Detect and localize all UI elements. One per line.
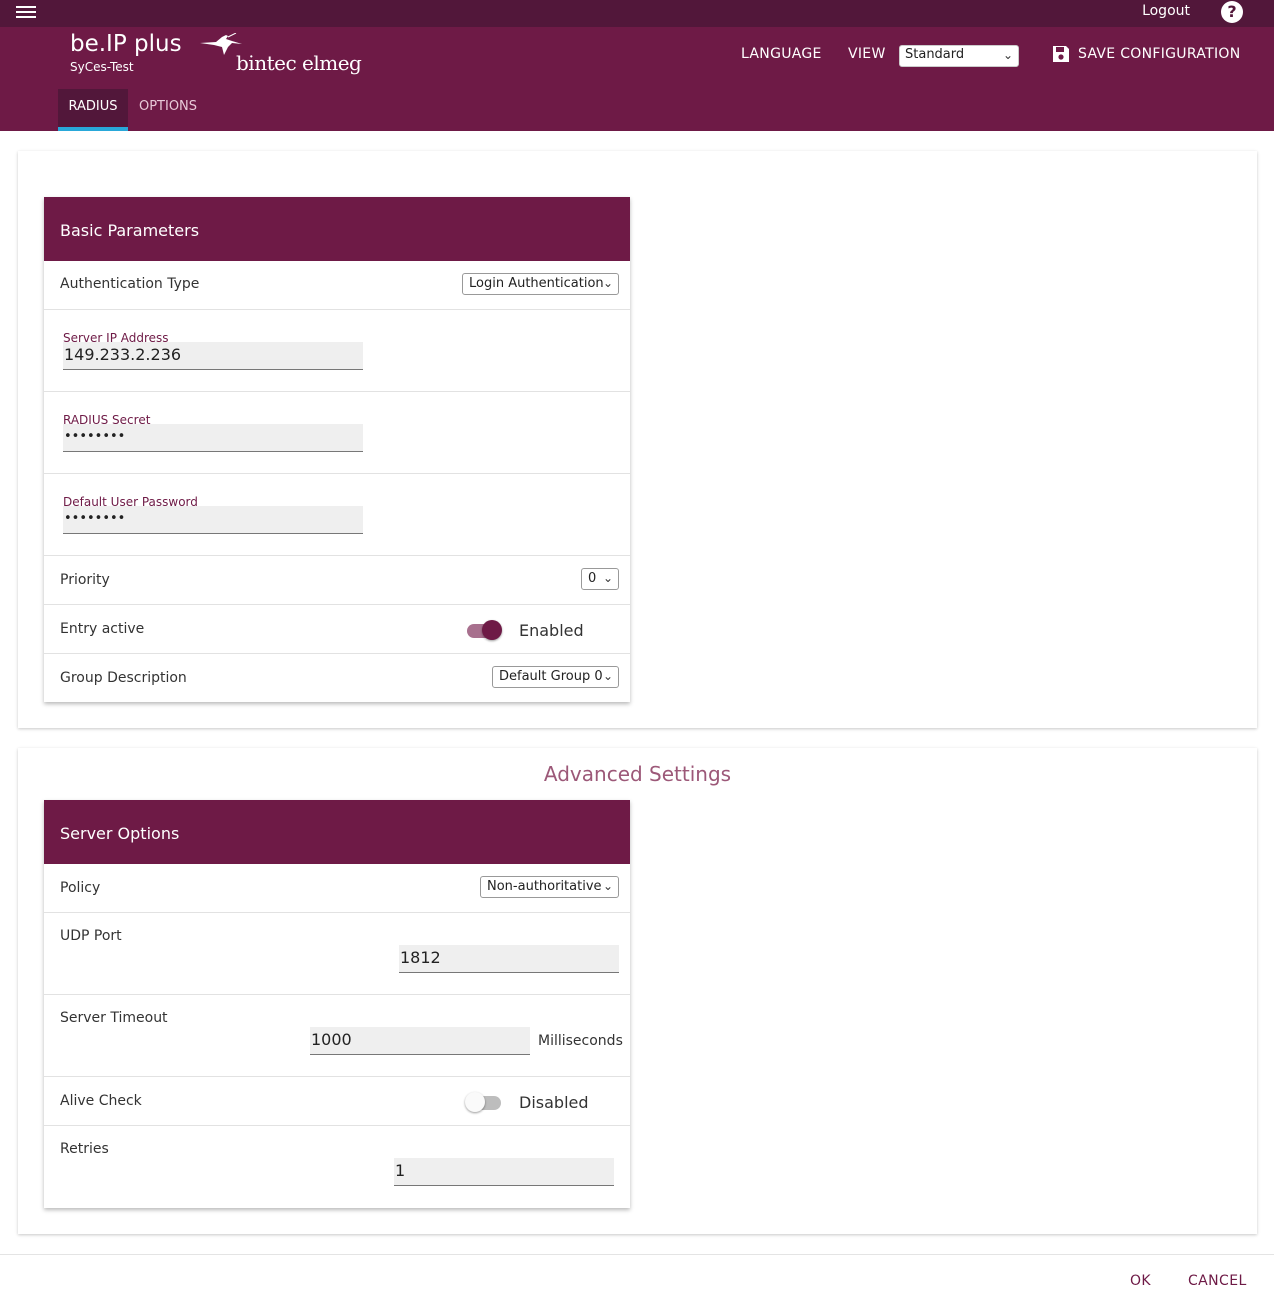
advanced-settings-heading[interactable]: Advanced Settings (18, 762, 1257, 786)
retries-row: Retries 1 (44, 1126, 630, 1208)
auth-type-row: Authentication Type Login Authentication… (44, 261, 630, 310)
server-ip-row: Server IP Address 149.233.2.236 (44, 310, 630, 392)
priority-select[interactable]: 0 ⌄ (581, 568, 619, 590)
entry-active-toggle[interactable] (465, 617, 503, 641)
auth-type-select[interactable]: Login Authentication ⌄ (462, 273, 619, 295)
radius-secret-row: RADIUS Secret •••••••• (44, 392, 630, 474)
advanced-settings-card: Advanced Settings Server Options Policy … (18, 748, 1257, 1234)
basic-parameters-title: Basic Parameters (44, 197, 630, 261)
view-select-value: Standard (905, 47, 965, 62)
ok-button[interactable]: OK (1130, 1273, 1151, 1289)
logout-link[interactable]: Logout (1142, 3, 1190, 19)
toggle-knob (465, 1092, 485, 1112)
entry-active-state: Enabled (519, 621, 584, 640)
save-configuration-label: SAVE CONFIGURATION (1078, 46, 1241, 62)
udp-port-input[interactable]: 1812 (399, 945, 619, 973)
default-password-input[interactable]: •••••••• (63, 506, 363, 534)
retries-label: Retries (60, 1141, 109, 1157)
alive-check-label: Alive Check (60, 1093, 142, 1109)
alive-check-row: Alive Check Disabled (44, 1077, 630, 1126)
auth-type-value: Login Authentication (469, 276, 604, 291)
basic-parameters-card: Basic Parameters Authentication Type Log… (18, 151, 1257, 728)
policy-label: Policy (60, 880, 101, 896)
alive-check-toggle[interactable] (465, 1089, 503, 1113)
retries-input[interactable]: 1 (394, 1158, 614, 1186)
chevron-down-icon: ⌄ (602, 571, 613, 585)
entry-active-row: Entry active Enabled (44, 605, 630, 654)
server-options-title: Server Options (44, 800, 630, 864)
cancel-button[interactable]: CANCEL (1188, 1273, 1247, 1289)
group-description-select[interactable]: Default Group 0 ⌄ (492, 666, 619, 688)
save-configuration-button[interactable]: SAVE CONFIGURATION (1052, 45, 1240, 63)
hamburger-menu-icon[interactable] (16, 3, 36, 21)
priority-label: Priority (60, 572, 110, 588)
auth-type-label: Authentication Type (60, 276, 200, 292)
default-password-row: Default User Password •••••••• (44, 474, 630, 556)
chevron-down-icon: ⌄ (602, 669, 613, 683)
policy-row: Policy Non-authoritative ⌄ (44, 864, 630, 913)
group-description-label: Group Description (60, 670, 187, 686)
udp-port-row: UDP Port 1812 (44, 913, 630, 995)
tab-options[interactable]: OPTIONS (132, 89, 204, 131)
top-strip: Logout ? (0, 0, 1274, 27)
basic-parameters-panel: Basic Parameters Authentication Type Log… (44, 197, 630, 702)
server-timeout-input[interactable]: 1000 (310, 1027, 530, 1055)
tab-radius[interactable]: RADIUS (58, 89, 128, 131)
toggle-knob (482, 620, 502, 640)
brand-name: bintec elmeg (236, 51, 362, 75)
chevron-down-icon: ⌄ (602, 879, 613, 893)
view-label: VIEW (848, 46, 886, 62)
group-description-row: Group Description Default Group 0 ⌄ (44, 654, 630, 703)
entry-active-label: Entry active (60, 621, 145, 637)
priority-row: Priority 0 ⌄ (44, 556, 630, 605)
app-header: be.IP plus SyCes-Test bintec elmeg LANGU… (0, 27, 1274, 131)
group-description-value: Default Group 0 (499, 669, 603, 684)
udp-port-label: UDP Port (60, 928, 122, 944)
footer-divider (0, 1254, 1274, 1255)
brand-logo: bintec elmeg (198, 33, 362, 77)
view-select[interactable]: Standard ⌄ (899, 45, 1019, 67)
product-name: be.IP plus (70, 31, 182, 57)
language-button[interactable]: LANGUAGE (741, 46, 822, 62)
server-timeout-label: Server Timeout (60, 1010, 168, 1026)
device-name: SyCes-Test (70, 60, 134, 74)
chevron-down-icon: ⌄ (1002, 48, 1013, 62)
alive-check-state: Disabled (519, 1093, 589, 1112)
server-ip-input[interactable]: 149.233.2.236 (63, 342, 363, 370)
help-icon[interactable]: ? (1221, 1, 1243, 23)
chevron-down-icon: ⌄ (602, 276, 613, 290)
policy-select[interactable]: Non-authoritative ⌄ (480, 876, 619, 898)
radius-secret-input[interactable]: •••••••• (63, 424, 363, 452)
priority-value: 0 (588, 571, 597, 586)
server-timeout-unit: Milliseconds (538, 1033, 623, 1049)
policy-value: Non-authoritative (487, 879, 602, 894)
floppy-disk-icon (1053, 46, 1069, 62)
server-timeout-row: Server Timeout 1000 Milliseconds (44, 995, 630, 1077)
server-options-panel: Server Options Policy Non-authoritative … (44, 800, 630, 1208)
